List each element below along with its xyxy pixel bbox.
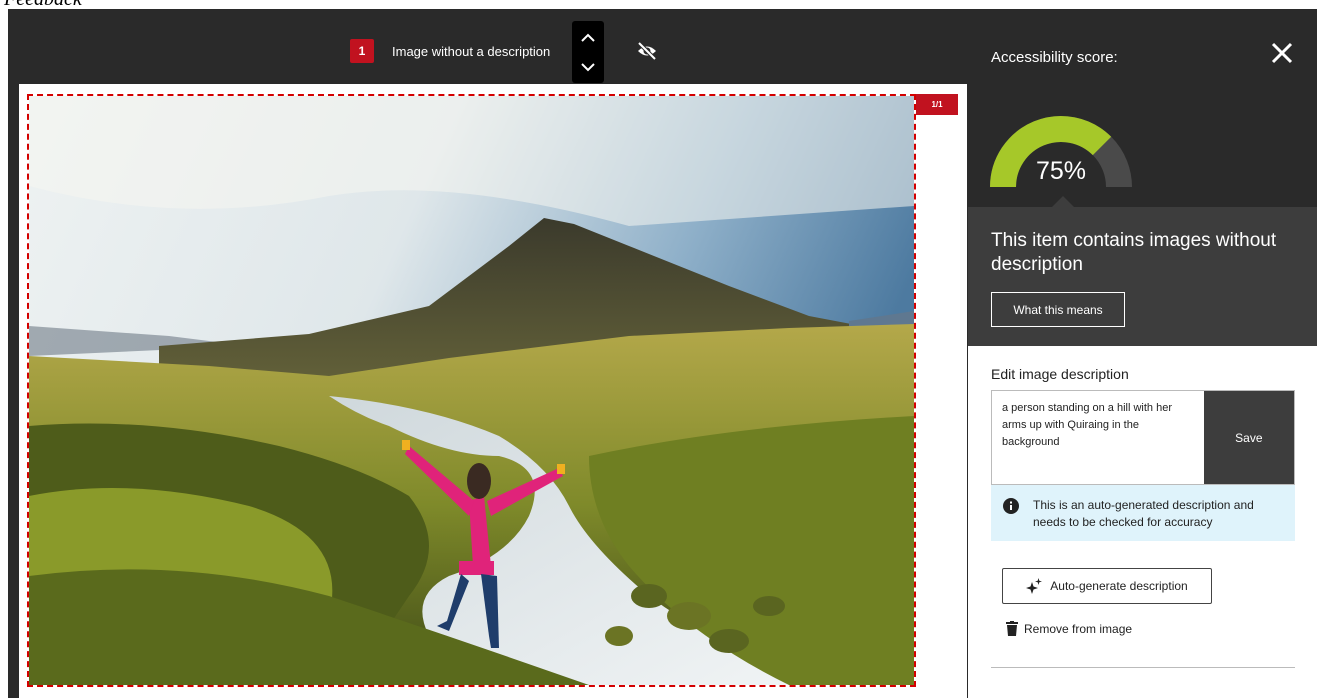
document-canvas: 1/1 [19, 84, 967, 698]
edit-description-label: Edit image description [991, 366, 1129, 382]
section-divider [991, 667, 1295, 668]
image-without-description[interactable] [27, 94, 916, 687]
score-value: 75% [1035, 157, 1087, 185]
close-button[interactable] [1268, 39, 1296, 67]
remove-from-image-button[interactable]: Remove from image [1006, 621, 1132, 636]
issue-number-badge: 1 [350, 39, 374, 63]
auto-generated-notice: This is an auto-generated description an… [991, 485, 1295, 541]
trash-icon [1006, 621, 1018, 636]
auto-generate-label: Auto-generate description [1050, 579, 1188, 593]
accessibility-checker-window: 1 Image without a description 1/1 Access… [8, 9, 1317, 698]
sparkle-icon [1026, 578, 1043, 594]
chevron-up-icon [581, 33, 595, 42]
description-input[interactable]: a person standing on a hill with her arm… [992, 391, 1204, 484]
notice-text: This is an auto-generated description an… [1033, 498, 1254, 529]
chevron-down-icon [581, 62, 595, 71]
remove-label: Remove from image [1024, 621, 1133, 636]
next-issue-button[interactable] [576, 57, 600, 77]
eye-off-icon [637, 41, 657, 61]
info-icon [1003, 498, 1019, 514]
image-count-badge: 1/1 [916, 94, 958, 115]
issue-navigator [572, 21, 604, 83]
issue-info-section: This item contains images without descri… [968, 207, 1317, 346]
issue-heading: This item contains images without descri… [991, 230, 1277, 275]
save-button[interactable]: Save [1203, 391, 1294, 484]
issue-label: Image without a description [392, 44, 551, 59]
description-editor: a person standing on a hill with her arm… [991, 390, 1295, 485]
toggle-highlight-button[interactable] [636, 41, 658, 61]
what-this-means-button[interactable]: What this means [991, 292, 1125, 327]
score-label: Accessibility score: [991, 49, 1118, 66]
accessibility-panel: Accessibility score: 75% This item conta… [968, 9, 1317, 698]
previous-issue-button[interactable] [576, 27, 600, 47]
landscape-photo [29, 96, 914, 685]
issue-toolbar: 1 Image without a description [8, 9, 968, 84]
score-gauge: 75% [988, 109, 1134, 188]
close-icon [1271, 42, 1293, 64]
score-section: Accessibility score: 75% [968, 9, 1317, 207]
edit-description-section: Edit image description a person standing… [968, 346, 1317, 698]
auto-generate-button[interactable]: Auto-generate description [1002, 568, 1212, 604]
